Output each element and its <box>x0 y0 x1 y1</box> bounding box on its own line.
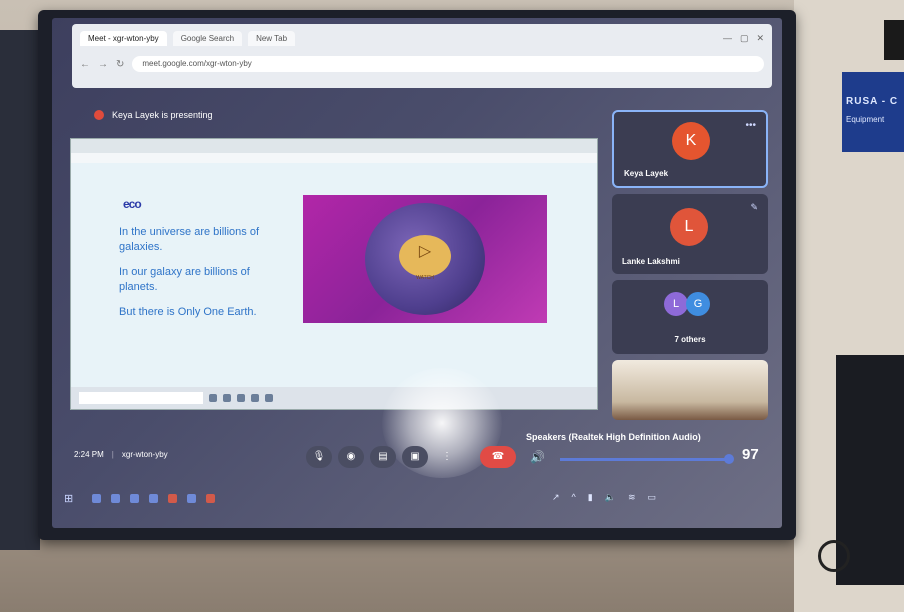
taskbar-app-icon[interactable] <box>130 494 139 503</box>
slide-line-3: But there is Only One Earth. <box>119 306 257 318</box>
browser-chrome: Meet - xgr-wton-yby Google Search New Ta… <box>72 24 772 88</box>
battery-icon[interactable]: ▮ <box>588 492 593 503</box>
windows-taskbar: ⊞ ↗ ^ ▮ 🔈 ≋ ▭ <box>52 484 782 512</box>
windows-start-icon[interactable]: ⊞ <box>64 492 73 505</box>
more-options-icon[interactable]: ••• <box>745 120 756 131</box>
others-tile[interactable]: L G 7 others <box>612 280 768 354</box>
taskbar-app-icon[interactable] <box>206 494 215 503</box>
taskbar-app-icon[interactable] <box>111 494 120 503</box>
shared-app-icon <box>209 394 217 402</box>
speaker-device-label: Speakers (Realtek High Definition Audio) <box>526 432 701 442</box>
participant-tile-lanke[interactable]: ✎ L Lanke Lakshmi <box>612 194 768 274</box>
maximize-icon[interactable]: ▢ <box>740 33 749 44</box>
shared-browser-tabs <box>71 139 597 153</box>
play-icon: ▷ <box>418 243 432 260</box>
notice-line-3: Equipment <box>846 115 885 124</box>
captions-icon[interactable]: ▤ <box>370 446 396 468</box>
presenting-text: Keya Layek is presenting <box>112 110 213 120</box>
tab-new-tab[interactable]: New Tab <box>248 30 296 46</box>
wall-notice: RUSA - C Equipment <box>842 72 904 152</box>
present-screen-icon[interactable]: ▣ <box>402 446 428 468</box>
volume-value: 97 <box>742 446 759 463</box>
avatar-keya: K <box>672 122 710 160</box>
shared-app-icon <box>237 394 245 402</box>
volume-slider[interactable] <box>560 454 734 464</box>
network-icon[interactable]: ↗ <box>552 492 560 503</box>
address-row: ← → ↻ meet.google.com/xgr-wton-yby <box>72 52 772 76</box>
slide-text: In the universe are billions of galaxies… <box>119 225 269 330</box>
more-options-icon[interactable]: ⋮ <box>434 446 460 468</box>
wifi-icon[interactable]: ≋ <box>628 492 636 503</box>
slide-video: ▷ WATCH <box>303 195 547 323</box>
taskbar-app-icon[interactable] <box>187 494 196 503</box>
meeting-time: 2:24 PM <box>74 450 104 459</box>
wall-bracket <box>884 20 904 60</box>
slide-logo: eco <box>123 197 142 211</box>
window-controls: — ▢ ✕ <box>723 33 764 44</box>
volume-fill <box>560 458 725 461</box>
volume-tray-icon[interactable]: 🔈 <box>605 492 616 503</box>
taskbar-app-icon[interactable] <box>92 494 101 503</box>
presenting-banner: Keya Layek is presenting <box>94 110 213 120</box>
meeting-info: 2:24 PM | xgr-wton-yby <box>74 450 168 459</box>
shared-app-icon <box>265 394 273 402</box>
camera-icon[interactable]: ◉ <box>338 446 364 468</box>
shared-app-icon <box>223 394 231 402</box>
muted-icon: ✎ <box>750 202 758 212</box>
meeting-control-bar: 2:24 PM | xgr-wton-yby 🎙 ◉ ▤ ▣ ⋮ ☎ Speaker… <box>52 432 782 476</box>
avatar-other-1: L <box>664 292 688 316</box>
notification-icon[interactable]: ▭ <box>648 492 657 503</box>
close-icon[interactable]: ✕ <box>756 33 764 44</box>
chrome-icon[interactable] <box>168 494 177 503</box>
microphone-icon[interactable]: 🎙 <box>306 446 332 468</box>
participant-name: Keya Layek <box>624 169 669 178</box>
notice-line-2: RUSA - C <box>846 96 899 107</box>
address-bar[interactable]: meet.google.com/xgr-wton-yby <box>132 56 764 72</box>
self-video-tile[interactable] <box>612 360 768 420</box>
chevron-up-icon[interactable]: ^ <box>572 492 576 503</box>
tab-meet[interactable]: Meet - xgr-wton-yby <box>80 30 167 46</box>
taskbar-apps <box>92 494 215 503</box>
avatar-lanke: L <box>670 208 708 246</box>
tab-google-search[interactable]: Google Search <box>172 30 243 46</box>
system-tray: ↗ ^ ▮ 🔈 ≋ ▭ <box>552 492 656 503</box>
slide-line-1: In the universe are billions of galaxies… <box>119 226 260 253</box>
shared-address-bar <box>71 153 597 163</box>
speaker-icon[interactable]: 🔊 <box>530 450 545 464</box>
minimize-icon[interactable]: — <box>723 33 732 44</box>
reload-icon[interactable]: ↻ <box>116 59 124 70</box>
participant-tile-keya[interactable]: ••• K Keya Layek <box>612 110 768 188</box>
play-label: WATCH <box>416 275 434 281</box>
dark-wall-panel <box>0 30 40 550</box>
participant-name: Lanke Lakshmi <box>622 257 680 266</box>
shared-app-icon <box>251 394 259 402</box>
forward-icon[interactable]: → <box>98 59 108 70</box>
others-count: 7 others <box>674 335 706 344</box>
back-icon[interactable]: ← <box>80 59 90 70</box>
tab-row: Meet - xgr-wton-yby Google Search New Ta… <box>72 24 772 52</box>
end-call-icon[interactable]: ☎ <box>480 446 516 468</box>
cable-loop <box>818 540 850 572</box>
slide-line-2: In our galaxy are billions of planets. <box>119 266 250 293</box>
volume-knob[interactable] <box>724 454 734 464</box>
presenting-icon <box>94 110 104 120</box>
shared-taskbar <box>71 387 597 409</box>
meeting-code: xgr-wton-yby <box>121 450 168 459</box>
taskbar-app-icon[interactable] <box>149 494 158 503</box>
play-button[interactable]: ▷ WATCH <box>399 235 451 281</box>
separator: | <box>111 450 114 459</box>
tv-monitor: Meet - xgr-wton-yby Google Search New Ta… <box>38 10 796 540</box>
shared-screen: eco In the universe are billions of gala… <box>70 138 598 410</box>
avatar-other-2: G <box>686 292 710 316</box>
screen: Meet - xgr-wton-yby Google Search New Ta… <box>52 18 782 528</box>
shared-search-box <box>79 392 203 404</box>
